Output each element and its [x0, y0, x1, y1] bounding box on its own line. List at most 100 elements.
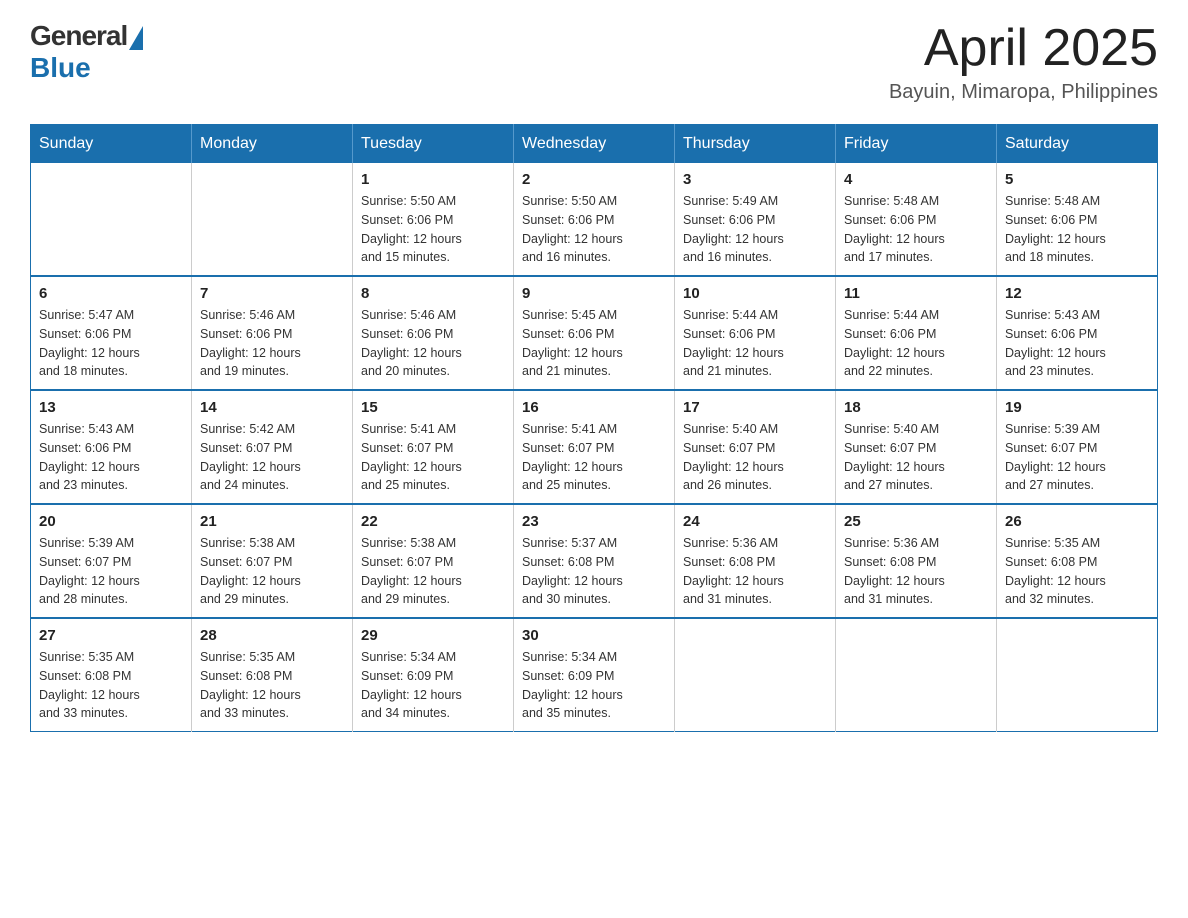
day-info: Sunrise: 5:36 AM Sunset: 6:08 PM Dayligh…	[683, 534, 827, 609]
calendar-day-header-wednesday: Wednesday	[514, 125, 675, 164]
calendar-cell: 25 Sunrise: 5:36 AM Sunset: 6:08 PM Dayli…	[836, 504, 997, 618]
location-subtitle: Bayuin, Mimaropa, Philippines	[889, 81, 1158, 104]
calendar-table: SundayMondayTuesdayWednesdayThursdayFrid…	[30, 124, 1158, 732]
day-number: 26	[1005, 513, 1149, 530]
calendar-cell: 20 Sunrise: 5:39 AM Sunset: 6:07 PM Dayli…	[31, 504, 192, 618]
calendar-cell: 13 Sunrise: 5:43 AM Sunset: 6:06 PM Dayli…	[31, 390, 192, 504]
day-number: 25	[844, 513, 988, 530]
calendar-cell: 8 Sunrise: 5:46 AM Sunset: 6:06 PM Daylig…	[353, 276, 514, 390]
day-info: Sunrise: 5:42 AM Sunset: 6:07 PM Dayligh…	[200, 420, 344, 495]
calendar-cell: 17 Sunrise: 5:40 AM Sunset: 6:07 PM Dayli…	[675, 390, 836, 504]
day-info: Sunrise: 5:44 AM Sunset: 6:06 PM Dayligh…	[844, 306, 988, 381]
calendar-day-header-sunday: Sunday	[31, 125, 192, 164]
calendar-day-header-friday: Friday	[836, 125, 997, 164]
day-number: 16	[522, 399, 666, 416]
day-number: 7	[200, 285, 344, 302]
day-info: Sunrise: 5:48 AM Sunset: 6:06 PM Dayligh…	[844, 192, 988, 267]
day-info: Sunrise: 5:45 AM Sunset: 6:06 PM Dayligh…	[522, 306, 666, 381]
day-number: 23	[522, 513, 666, 530]
calendar-week-row: 13 Sunrise: 5:43 AM Sunset: 6:06 PM Dayli…	[31, 390, 1158, 504]
calendar-cell: 24 Sunrise: 5:36 AM Sunset: 6:08 PM Dayli…	[675, 504, 836, 618]
calendar-cell: 12Sunrise: 5:43 AM Sunset: 6:06 PM Dayli…	[997, 276, 1158, 390]
calendar-cell	[192, 163, 353, 276]
day-number: 20	[39, 513, 183, 530]
calendar-cell	[997, 618, 1158, 732]
calendar-week-row: 1Sunrise: 5:50 AM Sunset: 6:06 PM Daylig…	[31, 163, 1158, 276]
calendar-cell	[836, 618, 997, 732]
calendar-cell: 29 Sunrise: 5:34 AM Sunset: 6:09 PM Dayli…	[353, 618, 514, 732]
calendar-cell: 30 Sunrise: 5:34 AM Sunset: 6:09 PM Dayli…	[514, 618, 675, 732]
calendar-week-row: 6Sunrise: 5:47 AM Sunset: 6:06 PM Daylig…	[31, 276, 1158, 390]
logo-text-general: General	[30, 20, 127, 52]
logo: General Blue	[30, 20, 143, 84]
calendar-cell: 21 Sunrise: 5:38 AM Sunset: 6:07 PM Dayli…	[192, 504, 353, 618]
day-number: 2	[522, 171, 666, 188]
calendar-cell: 6Sunrise: 5:47 AM Sunset: 6:06 PM Daylig…	[31, 276, 192, 390]
calendar-cell: 22 Sunrise: 5:38 AM Sunset: 6:07 PM Dayli…	[353, 504, 514, 618]
calendar-cell: 7 Sunrise: 5:46 AM Sunset: 6:06 PM Daylig…	[192, 276, 353, 390]
day-info: Sunrise: 5:41 AM Sunset: 6:07 PM Dayligh…	[361, 420, 505, 495]
day-number: 21	[200, 513, 344, 530]
day-number: 28	[200, 627, 344, 644]
day-info: Sunrise: 5:34 AM Sunset: 6:09 PM Dayligh…	[522, 648, 666, 723]
day-info: Sunrise: 5:46 AM Sunset: 6:06 PM Dayligh…	[200, 306, 344, 381]
calendar-day-header-saturday: Saturday	[997, 125, 1158, 164]
day-number: 30	[522, 627, 666, 644]
day-number: 24	[683, 513, 827, 530]
day-number: 5	[1005, 171, 1149, 188]
day-number: 19	[1005, 399, 1149, 416]
calendar-cell	[675, 618, 836, 732]
day-info: Sunrise: 5:35 AM Sunset: 6:08 PM Dayligh…	[39, 648, 183, 723]
day-info: Sunrise: 5:36 AM Sunset: 6:08 PM Dayligh…	[844, 534, 988, 609]
day-number: 12	[1005, 285, 1149, 302]
calendar-cell: 5 Sunrise: 5:48 AM Sunset: 6:06 PM Daylig…	[997, 163, 1158, 276]
day-number: 17	[683, 399, 827, 416]
day-info: Sunrise: 5:46 AM Sunset: 6:06 PM Dayligh…	[361, 306, 505, 381]
day-info: Sunrise: 5:44 AM Sunset: 6:06 PM Dayligh…	[683, 306, 827, 381]
day-info: Sunrise: 5:38 AM Sunset: 6:07 PM Dayligh…	[361, 534, 505, 609]
day-info: Sunrise: 5:48 AM Sunset: 6:06 PM Dayligh…	[1005, 192, 1149, 267]
day-number: 13	[39, 399, 183, 416]
day-number: 8	[361, 285, 505, 302]
day-number: 6	[39, 285, 183, 302]
day-info: Sunrise: 5:40 AM Sunset: 6:07 PM Dayligh…	[683, 420, 827, 495]
day-number: 18	[844, 399, 988, 416]
page-title: April 2025	[889, 20, 1158, 77]
day-info: Sunrise: 5:50 AM Sunset: 6:06 PM Dayligh…	[522, 192, 666, 267]
title-block: April 2025 Bayuin, Mimaropa, Philippines	[889, 20, 1158, 104]
day-info: Sunrise: 5:41 AM Sunset: 6:07 PM Dayligh…	[522, 420, 666, 495]
calendar-cell: 15Sunrise: 5:41 AM Sunset: 6:07 PM Dayli…	[353, 390, 514, 504]
day-info: Sunrise: 5:35 AM Sunset: 6:08 PM Dayligh…	[200, 648, 344, 723]
day-info: Sunrise: 5:50 AM Sunset: 6:06 PM Dayligh…	[361, 192, 505, 267]
day-number: 3	[683, 171, 827, 188]
calendar-cell: 14Sunrise: 5:42 AM Sunset: 6:07 PM Dayli…	[192, 390, 353, 504]
logo-text-blue: Blue	[30, 52, 143, 84]
day-number: 29	[361, 627, 505, 644]
calendar-cell: 3 Sunrise: 5:49 AM Sunset: 6:06 PM Daylig…	[675, 163, 836, 276]
day-info: Sunrise: 5:39 AM Sunset: 6:07 PM Dayligh…	[39, 534, 183, 609]
day-info: Sunrise: 5:43 AM Sunset: 6:06 PM Dayligh…	[39, 420, 183, 495]
calendar-header-row: SundayMondayTuesdayWednesdayThursdayFrid…	[31, 125, 1158, 164]
calendar-cell: 26Sunrise: 5:35 AM Sunset: 6:08 PM Dayli…	[997, 504, 1158, 618]
calendar-week-row: 27 Sunrise: 5:35 AM Sunset: 6:08 PM Dayli…	[31, 618, 1158, 732]
day-info: Sunrise: 5:34 AM Sunset: 6:09 PM Dayligh…	[361, 648, 505, 723]
calendar-cell: 16 Sunrise: 5:41 AM Sunset: 6:07 PM Dayli…	[514, 390, 675, 504]
calendar-cell: 18 Sunrise: 5:40 AM Sunset: 6:07 PM Dayli…	[836, 390, 997, 504]
page-header: General Blue April 2025 Bayuin, Mimaropa…	[30, 20, 1158, 104]
calendar-cell: 27 Sunrise: 5:35 AM Sunset: 6:08 PM Dayli…	[31, 618, 192, 732]
day-info: Sunrise: 5:40 AM Sunset: 6:07 PM Dayligh…	[844, 420, 988, 495]
calendar-day-header-thursday: Thursday	[675, 125, 836, 164]
day-number: 4	[844, 171, 988, 188]
calendar-cell: 2 Sunrise: 5:50 AM Sunset: 6:06 PM Daylig…	[514, 163, 675, 276]
calendar-day-header-tuesday: Tuesday	[353, 125, 514, 164]
calendar-cell: 11 Sunrise: 5:44 AM Sunset: 6:06 PM Dayli…	[836, 276, 997, 390]
day-number: 9	[522, 285, 666, 302]
calendar-cell: 1Sunrise: 5:50 AM Sunset: 6:06 PM Daylig…	[353, 163, 514, 276]
calendar-cell: 10Sunrise: 5:44 AM Sunset: 6:06 PM Dayli…	[675, 276, 836, 390]
day-number: 11	[844, 285, 988, 302]
day-number: 22	[361, 513, 505, 530]
day-info: Sunrise: 5:49 AM Sunset: 6:06 PM Dayligh…	[683, 192, 827, 267]
day-number: 27	[39, 627, 183, 644]
calendar-cell: 4 Sunrise: 5:48 AM Sunset: 6:06 PM Daylig…	[836, 163, 997, 276]
day-info: Sunrise: 5:38 AM Sunset: 6:07 PM Dayligh…	[200, 534, 344, 609]
